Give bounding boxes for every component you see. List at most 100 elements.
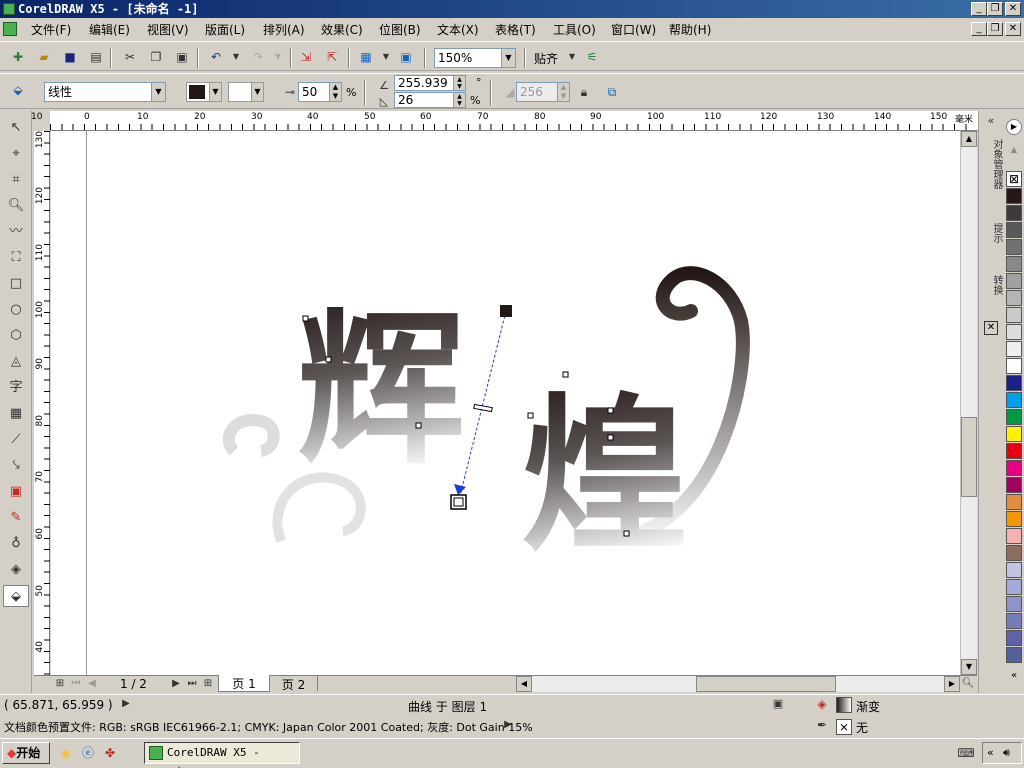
- node-handle[interactable]: [302, 315, 309, 322]
- menu-effects[interactable]: 效果(C): [321, 21, 363, 38]
- undo-icon[interactable]: ↶: [206, 47, 226, 67]
- undo-dropdown-icon[interactable]: ▼: [226, 47, 246, 67]
- tab-page-1[interactable]: 页 1: [218, 675, 270, 692]
- palette-swatch[interactable]: [1006, 630, 1022, 646]
- menu-arrange[interactable]: 排列(A): [263, 21, 305, 38]
- spinner-icon[interactable]: ▲ ▼: [557, 83, 569, 101]
- node-handle[interactable]: [623, 530, 630, 537]
- eyedropper-tool-icon[interactable]: ✎: [3, 507, 29, 529]
- palette-swatch[interactable]: [1006, 477, 1022, 493]
- vertical-ruler[interactable]: 130 120 110 100 90 80 70 60 50 40: [34, 131, 50, 675]
- redo-icon[interactable]: ↷: [248, 47, 268, 67]
- drawing-canvas[interactable]: 辉 煌: [51, 131, 960, 675]
- close-button[interactable]: ✕: [1005, 2, 1021, 16]
- lock-icon[interactable]: 🔒︎: [574, 82, 594, 102]
- start-color-picker[interactable]: ▼: [186, 82, 222, 102]
- palette-swatch[interactable]: [1006, 358, 1022, 374]
- palette-expand-icon[interactable]: «: [1006, 669, 1022, 685]
- palette-swatch[interactable]: [1006, 545, 1022, 561]
- polygon-tool-icon[interactable]: ⬡: [3, 325, 29, 347]
- palette-swatch[interactable]: [1006, 613, 1022, 629]
- snap-to-button[interactable]: 贴齐: [534, 50, 558, 67]
- doc-restore-button[interactable]: ❐: [987, 22, 1003, 36]
- menu-bitmaps[interactable]: 位图(B): [379, 21, 421, 38]
- volume-icon[interactable]: 🔊︎: [1003, 746, 1010, 760]
- midpoint-input[interactable]: 50 ▲ ▼: [298, 82, 342, 102]
- node-handle[interactable]: [415, 422, 422, 429]
- navigator-zoom-icon[interactable]: 🔍︎: [958, 674, 978, 694]
- ie-icon[interactable]: ⓔ: [78, 743, 98, 763]
- palette-swatch[interactable]: [1006, 409, 1022, 425]
- palette-swatch[interactable]: [1006, 494, 1022, 510]
- color-proof-icon[interactable]: ▣: [768, 694, 788, 714]
- node-handle[interactable]: [325, 356, 332, 363]
- tab-page-2[interactable]: 页 2: [270, 676, 318, 692]
- edge-pad-input[interactable]: 26 ▲ ▼: [394, 92, 466, 108]
- palette-swatch[interactable]: [1006, 222, 1022, 238]
- node-handle[interactable]: [607, 407, 614, 414]
- palette-swatch[interactable]: [1006, 579, 1022, 595]
- scroll-left-icon[interactable]: ◀: [516, 676, 532, 692]
- shape-tool-icon[interactable]: ⌖: [3, 143, 29, 165]
- launcher-dropdown-icon[interactable]: ▼: [376, 47, 396, 67]
- minimize-button[interactable]: _: [971, 2, 987, 16]
- color-profile-text[interactable]: 文档颜色预置文件: RGB: sRGB IEC61966-2.1; CMYK: …: [4, 719, 533, 735]
- redo-dropdown-icon[interactable]: ▼: [268, 47, 288, 67]
- end-color-picker[interactable]: ▼: [228, 82, 264, 102]
- palette-swatch[interactable]: [1006, 426, 1022, 442]
- tray-expand-icon[interactable]: «: [987, 746, 994, 759]
- smart-fill-tool-icon[interactable]: ⛶: [3, 247, 29, 269]
- spinner-icon[interactable]: ▲ ▼: [453, 93, 465, 107]
- menu-help[interactable]: 帮助(H): [669, 21, 711, 38]
- close-docker-icon[interactable]: ✕: [984, 321, 998, 335]
- outline-tool-icon[interactable]: ♁: [3, 533, 29, 555]
- start-button[interactable]: ◆开始: [2, 742, 50, 764]
- open-icon[interactable]: ▰: [34, 47, 54, 67]
- doc-minimize-button[interactable]: _: [971, 22, 987, 36]
- horizontal-ruler[interactable]: 10 0 10 20 30 40 50 60 70 80 90 100 110 …: [31, 111, 978, 131]
- profile-expand-icon[interactable]: ▶: [498, 715, 518, 735]
- node-handle[interactable]: [527, 412, 534, 419]
- palette-swatch[interactable]: [1006, 256, 1022, 272]
- connector-tool-icon[interactable]: ⤥: [3, 455, 29, 477]
- welcome-screen-icon[interactable]: ▣: [396, 47, 416, 67]
- palette-swatch[interactable]: [1006, 307, 1022, 323]
- crop-tool-icon[interactable]: ⌗: [3, 169, 29, 191]
- interactive-fill-icon[interactable]: ⬙: [8, 80, 28, 100]
- palette-swatch[interactable]: [1006, 324, 1022, 340]
- midpoint-slider-handle[interactable]: [473, 403, 493, 413]
- text-tool-icon[interactable]: 字: [3, 377, 29, 399]
- zoom-levels-combo[interactable]: 150% ▼: [434, 48, 516, 68]
- palette-swatch[interactable]: [1006, 596, 1022, 612]
- snap-dropdown-icon[interactable]: ▼: [562, 47, 582, 67]
- menu-window[interactable]: 窗口(W): [611, 21, 656, 38]
- palette-swatch[interactable]: [1006, 205, 1022, 221]
- palette-swatch[interactable]: [1006, 647, 1022, 663]
- docker-tab-hints[interactable]: 提示: [983, 223, 1002, 243]
- menu-tools[interactable]: 工具(O): [553, 21, 596, 38]
- doc-close-button[interactable]: ✕: [1005, 22, 1021, 36]
- rectangle-tool-icon[interactable]: □: [3, 273, 29, 295]
- horizontal-scrollbar[interactable]: ◀ ▶: [516, 676, 960, 692]
- gradient-vector[interactable]: [459, 310, 507, 497]
- docker-tab-object-manager[interactable]: 对象管理器: [983, 139, 1002, 189]
- blend-tool-icon[interactable]: ▣: [3, 481, 29, 503]
- vertical-scrollbar[interactable]: ▲ ▼: [960, 131, 977, 675]
- steps-input[interactable]: 256 ▲ ▼: [516, 82, 570, 102]
- docker-tab-transform[interactable]: 转换: [983, 275, 1002, 295]
- copy-icon[interactable]: ❐: [146, 47, 166, 67]
- status-expand-icon[interactable]: ▶: [116, 694, 136, 714]
- taskbar-coreldraw-button[interactable]: CorelDRAW X5 - [未...: [144, 742, 300, 768]
- menu-layout[interactable]: 版面(L): [205, 21, 245, 38]
- vertical-scroll-thumb[interactable]: [961, 417, 977, 497]
- palette-swatch[interactable]: [1006, 341, 1022, 357]
- no-color-swatch[interactable]: ⊠: [1006, 171, 1022, 187]
- copy-fill-properties-icon[interactable]: ⧉: [602, 82, 622, 102]
- cut-icon[interactable]: ✂: [120, 47, 140, 67]
- palette-swatch[interactable]: [1006, 443, 1022, 459]
- pick-tool-icon[interactable]: ↖: [3, 117, 29, 139]
- print-icon[interactable]: ▤: [86, 47, 106, 67]
- export-icon[interactable]: ⇱: [322, 47, 342, 67]
- restore-button[interactable]: ❐: [987, 2, 1003, 16]
- palette-swatch[interactable]: [1006, 273, 1022, 289]
